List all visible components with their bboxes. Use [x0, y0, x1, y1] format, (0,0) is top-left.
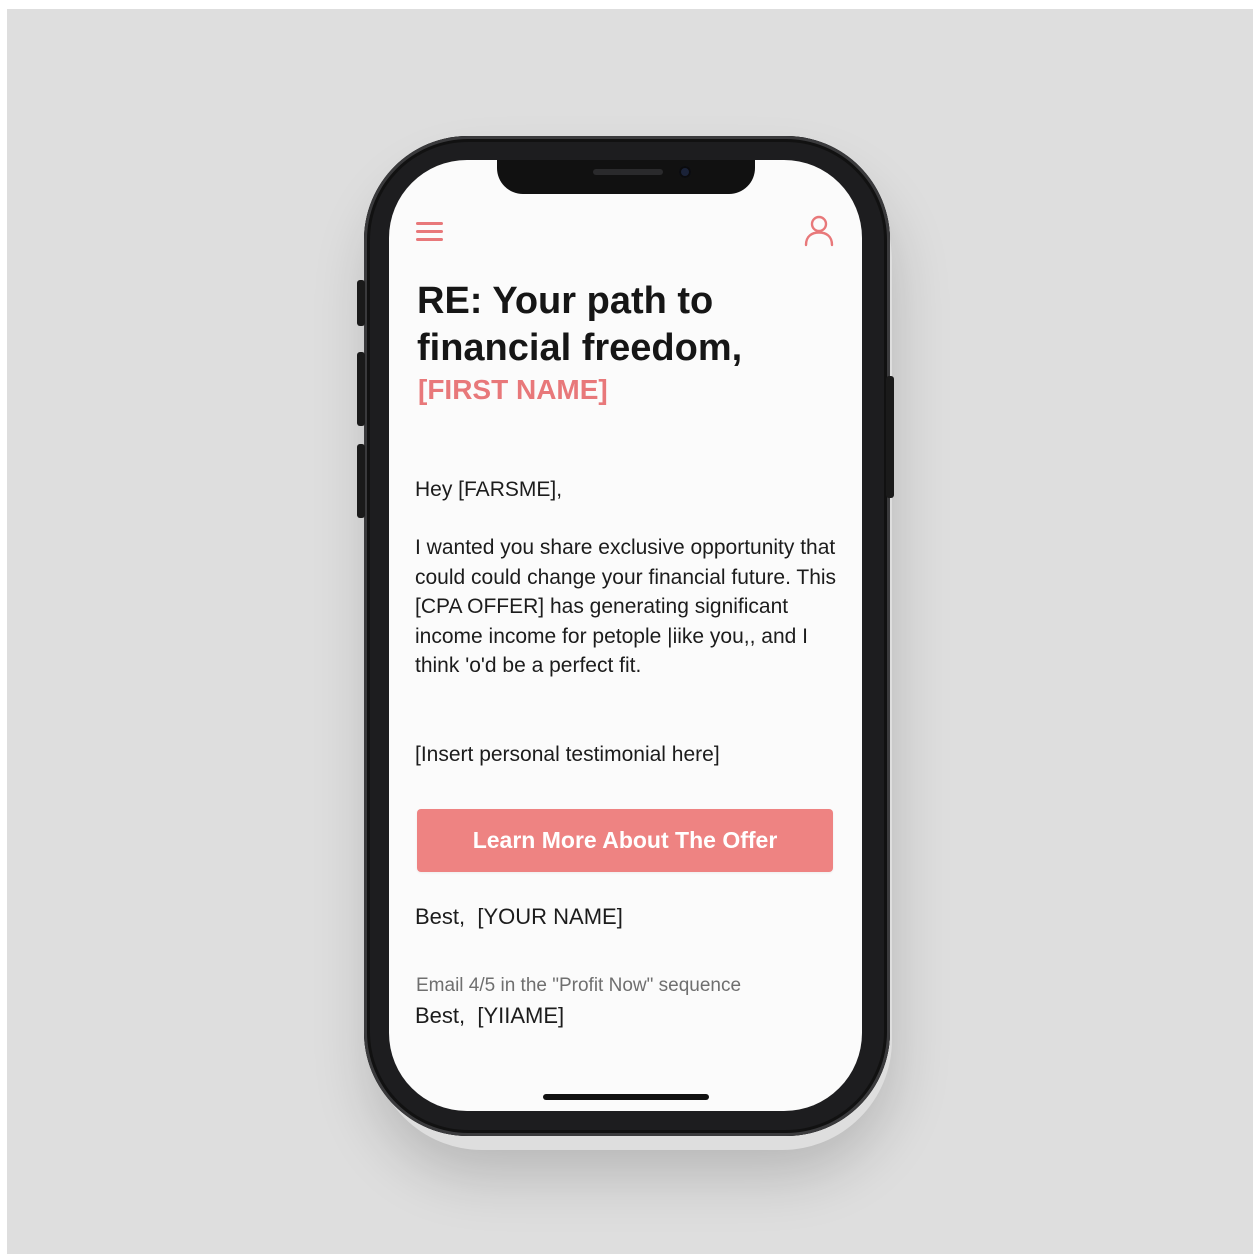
mute-switch	[357, 280, 365, 326]
volume-up-button	[357, 352, 365, 426]
front-camera	[679, 166, 691, 178]
power-button	[886, 376, 894, 498]
email-body-paragraph: I wanted you share exclusive opportunity…	[415, 536, 837, 677]
hamburger-menu-icon[interactable]	[416, 220, 444, 244]
email-signoff-repeat: Best, [YIIAME]	[415, 1003, 565, 1028]
home-indicator[interactable]	[543, 1094, 709, 1100]
sequence-info: Email 4/5 in the "Profit Now" sequence	[416, 975, 742, 996]
email-signoff: Best, [YOUR NAME]	[415, 904, 623, 929]
learn-more-button[interactable]: Learn More About The Offer	[417, 809, 833, 872]
email-subject: RE: Your path to financial freedom,	[417, 280, 743, 369]
testimonial-placeholder: [Insert personal testimonial here]	[415, 743, 720, 766]
subject-name-placeholder: [FIRST NAME]	[418, 374, 608, 405]
email-greeting: Hey [FARSME],	[415, 478, 563, 501]
user-profile-icon[interactable]	[803, 214, 835, 248]
notch	[497, 160, 755, 194]
phone-screen: RE: Your path to financial freedom, [FIR…	[389, 160, 862, 1111]
earpiece-speaker	[593, 169, 663, 175]
volume-down-button	[357, 444, 365, 518]
